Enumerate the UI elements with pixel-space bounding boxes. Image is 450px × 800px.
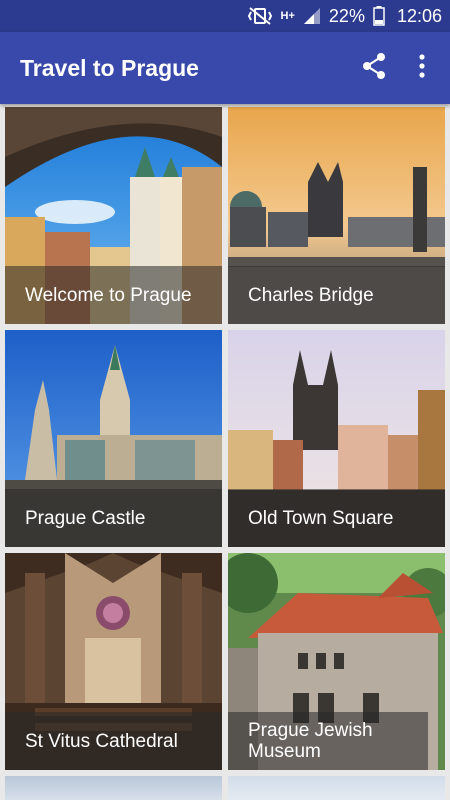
vibrate-icon	[247, 7, 273, 25]
tile-partial-image	[228, 776, 445, 800]
tile-caption: Prague Castle	[5, 489, 222, 547]
tile-partial-image	[5, 776, 222, 800]
tile-caption: Old Town Square	[228, 489, 445, 547]
battery-icon	[373, 6, 385, 26]
tile-caption: St Vitus Cathedral	[5, 712, 222, 770]
tile-st-vitus-cathedral[interactable]: St Vitus Cathedral	[5, 553, 222, 770]
tile-caption: Charles Bridge	[228, 266, 445, 324]
tile-partial-left[interactable]	[5, 776, 222, 800]
tile-caption: Prague Jewish Museum	[228, 712, 428, 770]
overflow-menu-button[interactable]	[398, 44, 446, 92]
tile-prague-castle[interactable]: Prague Castle	[5, 330, 222, 547]
tile-caption: Welcome to Prague	[5, 266, 222, 324]
battery-percent: 22%	[328, 5, 365, 26]
app-title: Travel to Prague	[20, 54, 199, 81]
more-vert-icon	[418, 53, 426, 83]
status-bar: H+ 22% 12:06	[0, 0, 450, 32]
tile-charles-bridge[interactable]: Charles Bridge	[228, 107, 445, 324]
tile-welcome-to-prague[interactable]: Welcome to Prague	[5, 107, 222, 324]
tile-partial-right[interactable]	[228, 776, 445, 800]
tile-prague-jewish-museum[interactable]: Prague Jewish Museum	[228, 553, 445, 770]
clock: 12:06	[396, 5, 442, 26]
signal-icon	[303, 7, 321, 25]
share-button[interactable]	[350, 44, 398, 92]
attractions-grid: Welcome to Prague Charles Bridge Prague …	[0, 104, 450, 800]
tile-old-town-square[interactable]: Old Town Square	[228, 330, 445, 547]
app-bar: Travel to Prague	[0, 32, 450, 104]
network-type: H+	[280, 10, 295, 22]
share-icon	[361, 52, 387, 85]
